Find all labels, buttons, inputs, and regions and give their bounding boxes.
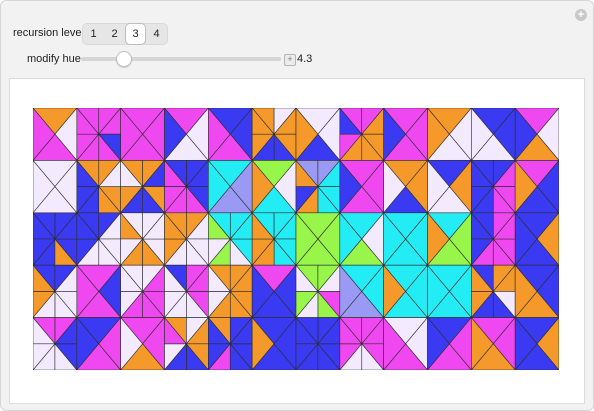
hue-animator-plus-icon[interactable]: +: [284, 54, 296, 66]
hue-value-readout: 4.3: [297, 53, 313, 65]
recursion-option-2[interactable]: 2: [104, 24, 125, 44]
recursion-option-3[interactable]: 3: [125, 23, 146, 45]
recursion-level-label: recursion level: [13, 27, 84, 39]
recursion-option-4[interactable]: 4: [146, 24, 167, 44]
hue-slider-thumb[interactable]: [116, 51, 132, 67]
recursion-level-setter: 1 2 3 4: [82, 23, 168, 45]
modify-hue-label: modify hue: [27, 53, 81, 65]
expand-plus-icon[interactable]: +: [575, 9, 587, 21]
triangle-tiling-graphic: [33, 108, 559, 370]
recursion-option-1[interactable]: 1: [83, 24, 104, 44]
hue-slider-track[interactable]: [81, 57, 281, 61]
